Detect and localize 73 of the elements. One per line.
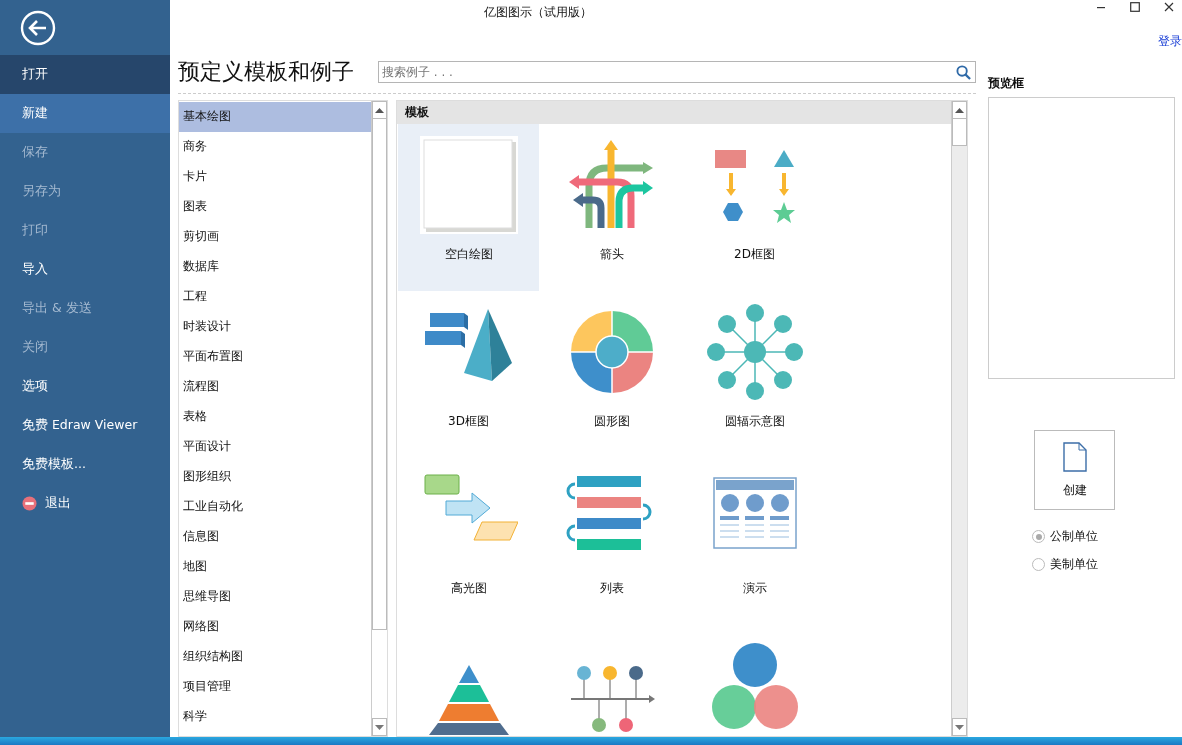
category-item[interactable]: 工程 <box>179 282 371 312</box>
sidebar-item[interactable]: 打开 <box>0 55 170 94</box>
sidebar-item[interactable]: 免费 Edraw Viewer <box>0 406 170 445</box>
template-tile[interactable]: 箭头 <box>541 124 682 291</box>
template-label: 3D框图 <box>448 413 489 430</box>
category-item[interactable]: 流程图 <box>179 372 371 402</box>
scroll-up-icon[interactable] <box>955 107 964 113</box>
template-tile[interactable]: 演示 <box>684 458 825 625</box>
sidebar-item[interactable]: 选项 <box>0 367 170 406</box>
template-label: 2D框图 <box>734 246 775 263</box>
unit-radio[interactable]: 美制单位 <box>1032 556 1175 573</box>
template-tile[interactable]: 2D框图 <box>684 124 825 291</box>
template-tile[interactable]: 列表 <box>541 458 682 625</box>
template-tile[interactable]: 高光图 <box>398 458 539 625</box>
template-label: 演示 <box>742 580 767 597</box>
template-label: 箭头 <box>599 246 624 263</box>
template-label: 列表 <box>599 580 624 597</box>
category-item[interactable]: 组织结构图 <box>179 642 371 672</box>
radio-icon[interactable] <box>1032 530 1045 543</box>
template-tile[interactable]: 圆辐示意图 <box>684 291 825 458</box>
scroll-thumb[interactable] <box>952 119 967 146</box>
template-label: 空白绘图 <box>444 246 493 263</box>
category-item[interactable]: 网络图 <box>179 612 371 642</box>
hub-diagram-icon <box>705 303 804 401</box>
preview-title: 预览框 <box>988 75 1025 92</box>
template-tile[interactable]: 3D框图 <box>398 291 539 458</box>
radio-icon[interactable] <box>1032 558 1045 571</box>
scroll-down-icon[interactable] <box>375 724 384 730</box>
category-item[interactable]: 剪切画 <box>179 222 371 252</box>
search-field[interactable]: 搜索例子 . . . <box>378 61 976 83</box>
category-item[interactable]: 表格 <box>179 402 371 432</box>
document-icon <box>1062 441 1087 472</box>
template-tile[interactable]: 空白绘图 <box>398 124 539 291</box>
scroll-up-icon[interactable] <box>375 107 384 113</box>
sidebar-item[interactable]: 导入 <box>0 250 170 289</box>
category-item[interactable]: 平面设计 <box>179 432 371 462</box>
category-item[interactable]: 图形组织 <box>179 462 371 492</box>
sidebar-item[interactable]: 免费模板... <box>0 445 170 484</box>
template-label: 圆辐示意图 <box>724 413 785 430</box>
category-item[interactable]: 项目管理 <box>179 672 371 702</box>
category-item[interactable]: 卡片 <box>179 162 371 192</box>
sidebar-item[interactable]: 退出 <box>0 484 170 523</box>
category-item[interactable]: 思维导图 <box>179 582 371 612</box>
template-label: 圆形图 <box>593 413 630 430</box>
category-item[interactable]: 数据库 <box>179 252 371 282</box>
search-icon[interactable] <box>956 65 971 80</box>
blank-page-icon <box>419 136 518 234</box>
create-button[interactable]: 创建 <box>1034 430 1115 510</box>
back-icon[interactable] <box>20 9 56 46</box>
unit-radio[interactable]: 公制单位 <box>1032 528 1175 545</box>
category-item[interactable]: 工业自动化 <box>179 492 371 522</box>
close-icon[interactable] <box>1164 2 1174 12</box>
scrollbar[interactable] <box>371 101 387 736</box>
category-item[interactable]: 科学 <box>179 702 371 732</box>
exit-icon <box>22 496 37 511</box>
login-link[interactable]: 登录 <box>1158 32 1182 50</box>
category-item[interactable]: 平面布置图 <box>179 342 371 372</box>
scrollbar[interactable] <box>951 101 967 736</box>
category-item[interactable]: 时装设计 <box>179 312 371 342</box>
template-tile[interactable]: 圆形图 <box>541 291 682 458</box>
category-item[interactable]: 地图 <box>179 552 371 582</box>
category-item[interactable]: 商务 <box>179 132 371 162</box>
template-label: 高光图 <box>450 580 487 597</box>
scroll-down-icon[interactable] <box>955 724 964 730</box>
category-item[interactable]: 图表 <box>179 192 371 222</box>
sidebar-item[interactable]: 新建 <box>0 94 170 133</box>
category-item[interactable]: 信息图 <box>179 522 371 552</box>
scroll-thumb[interactable] <box>372 119 387 630</box>
maximize-icon[interactable] <box>1130 2 1140 12</box>
section-header: 模板 <box>397 101 951 124</box>
window-title: 亿图图示（试用版） <box>484 3 592 21</box>
category-item[interactable]: 基本绘图 <box>179 102 371 132</box>
page-heading: 预定义模板和例子 <box>178 58 354 86</box>
